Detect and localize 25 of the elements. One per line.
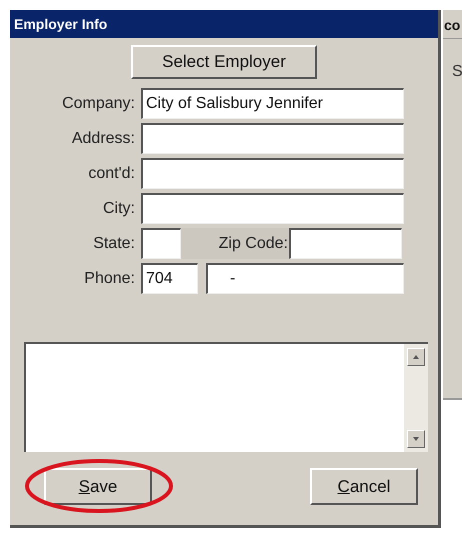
field-label: Company: bbox=[61, 94, 136, 112]
field-label: Phone: bbox=[83, 270, 136, 288]
field-label: State: bbox=[92, 234, 136, 252]
cancel-button[interactable]: Cancel bbox=[310, 468, 418, 505]
window-text: S bbox=[451, 63, 462, 81]
field-label: Zip Code: bbox=[181, 228, 289, 259]
scrollbar[interactable] bbox=[404, 344, 428, 452]
zip-field[interactable] bbox=[289, 228, 402, 259]
field-label: Address: bbox=[70, 130, 136, 148]
text-field[interactable] bbox=[141, 123, 404, 154]
text-field[interactable]: City of Salisbury Jennifer bbox=[141, 88, 404, 119]
text-field[interactable] bbox=[141, 158, 404, 189]
select-employer-button[interactable]: Select Employer bbox=[131, 45, 317, 79]
save-button[interactable]: Save bbox=[44, 468, 152, 505]
window-title: Employer Info bbox=[10, 10, 438, 38]
field-label: cont'd: bbox=[87, 164, 136, 182]
notes-field[interactable] bbox=[24, 342, 428, 452]
phone-field[interactable]: - bbox=[206, 263, 404, 294]
scroll-up-icon[interactable] bbox=[407, 348, 425, 366]
field-label: City: bbox=[102, 200, 136, 218]
scroll-down-icon[interactable] bbox=[407, 430, 425, 448]
window-title: co bbox=[443, 10, 462, 39]
state-field[interactable] bbox=[141, 228, 181, 259]
text-field[interactable] bbox=[141, 193, 404, 224]
area-code-field[interactable]: 704 bbox=[141, 263, 198, 294]
